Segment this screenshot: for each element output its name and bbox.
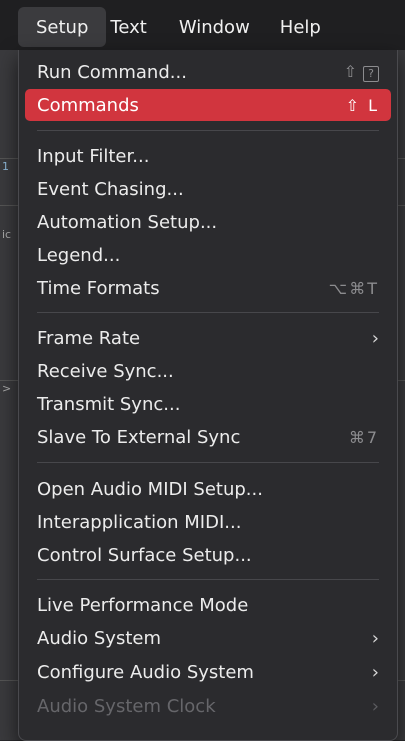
menu-item-label: Slave To External Sync	[37, 426, 241, 448]
chevron-right-icon: ›	[371, 327, 379, 349]
menu-setup[interactable]: Setup	[18, 7, 107, 47]
menu-item-label: Run Command...	[37, 61, 187, 83]
menu-item-audio-system-clock: Audio System Clock ›	[25, 690, 391, 722]
shortcut-label: ⌥⌘T	[328, 278, 379, 298]
menu-item-audio-system[interactable]: Audio System ›	[25, 622, 391, 654]
menu-item-receive-sync[interactable]: Receive Sync...	[25, 355, 391, 387]
menu-item-label: Audio System	[37, 627, 162, 649]
menu-item-label: Legend...	[37, 244, 121, 266]
menu-text[interactable]: Text	[106, 7, 164, 47]
menu-item-label: Configure Audio System	[37, 661, 254, 683]
shift-icon: ⇧	[343, 62, 359, 81]
menu-item-automation-setup[interactable]: Automation Setup...	[25, 206, 391, 238]
help-key-icon: ?	[363, 66, 379, 82]
setup-dropdown-menu: Run Command... ⇧? Commands ⇧ L Input Fil…	[18, 50, 398, 741]
menu-item-legend[interactable]: Legend...	[25, 239, 391, 271]
menu-item-label: Event Chasing...	[37, 178, 184, 200]
menu-item-commands[interactable]: Commands ⇧ L	[25, 89, 391, 121]
menu-separator	[37, 312, 379, 313]
menu-item-label: Receive Sync...	[37, 360, 174, 382]
menu-separator	[37, 462, 379, 463]
chevron-right-icon: ›	[371, 627, 379, 649]
menu-item-label: Audio System Clock	[37, 695, 216, 717]
menu-item-label: Control Surface Setup...	[37, 544, 252, 566]
menu-item-open-audio-midi-setup[interactable]: Open Audio MIDI Setup...	[25, 473, 391, 505]
menu-item-run-command[interactable]: Run Command... ⇧?	[25, 56, 391, 88]
background-fragment: ic	[2, 228, 12, 241]
chevron-right-icon: ›	[371, 661, 379, 683]
menu-item-time-formats[interactable]: Time Formats ⌥⌘T	[25, 272, 391, 304]
menu-bar: Setup Text Window Help	[0, 0, 405, 50]
shortcut-label: ⇧ L	[345, 95, 379, 115]
menu-item-slave-to-external-sync[interactable]: Slave To External Sync ⌘7	[25, 421, 391, 453]
menu-separator	[37, 579, 379, 580]
menu-separator	[37, 130, 379, 131]
menu-item-control-surface-setup[interactable]: Control Surface Setup...	[25, 539, 391, 571]
menu-item-label: Commands	[37, 94, 139, 116]
menu-item-frame-rate[interactable]: Frame Rate ›	[25, 322, 391, 354]
shortcut-label: ⌘7	[348, 427, 379, 447]
menu-help[interactable]: Help	[268, 7, 339, 47]
menu-item-label: Time Formats	[37, 277, 160, 299]
menu-item-live-performance-mode[interactable]: Live Performance Mode	[25, 589, 391, 621]
menu-item-label: Input Filter...	[37, 145, 150, 167]
menu-item-event-chasing[interactable]: Event Chasing...	[25, 173, 391, 205]
menu-item-configure-audio-system[interactable]: Configure Audio System ›	[25, 656, 391, 688]
menu-window[interactable]: Window	[165, 7, 268, 47]
menu-item-label: Automation Setup...	[37, 211, 218, 233]
menu-item-label: Frame Rate	[37, 327, 141, 349]
menu-item-input-filter[interactable]: Input Filter...	[25, 140, 391, 172]
background-fragment: 1	[2, 160, 9, 173]
chevron-right-icon: ›	[371, 695, 379, 717]
shortcut-label: ⇧?	[344, 62, 379, 82]
menu-item-transmit-sync[interactable]: Transmit Sync...	[25, 388, 391, 420]
menu-item-interapplication-midi[interactable]: Interapplication MIDI...	[25, 506, 391, 538]
menu-item-label: Transmit Sync...	[37, 393, 181, 415]
menu-item-label: Interapplication MIDI...	[37, 511, 242, 533]
menu-item-label: Open Audio MIDI Setup...	[37, 478, 263, 500]
menu-item-label: Live Performance Mode	[37, 594, 249, 616]
background-fragment: >	[2, 382, 12, 395]
